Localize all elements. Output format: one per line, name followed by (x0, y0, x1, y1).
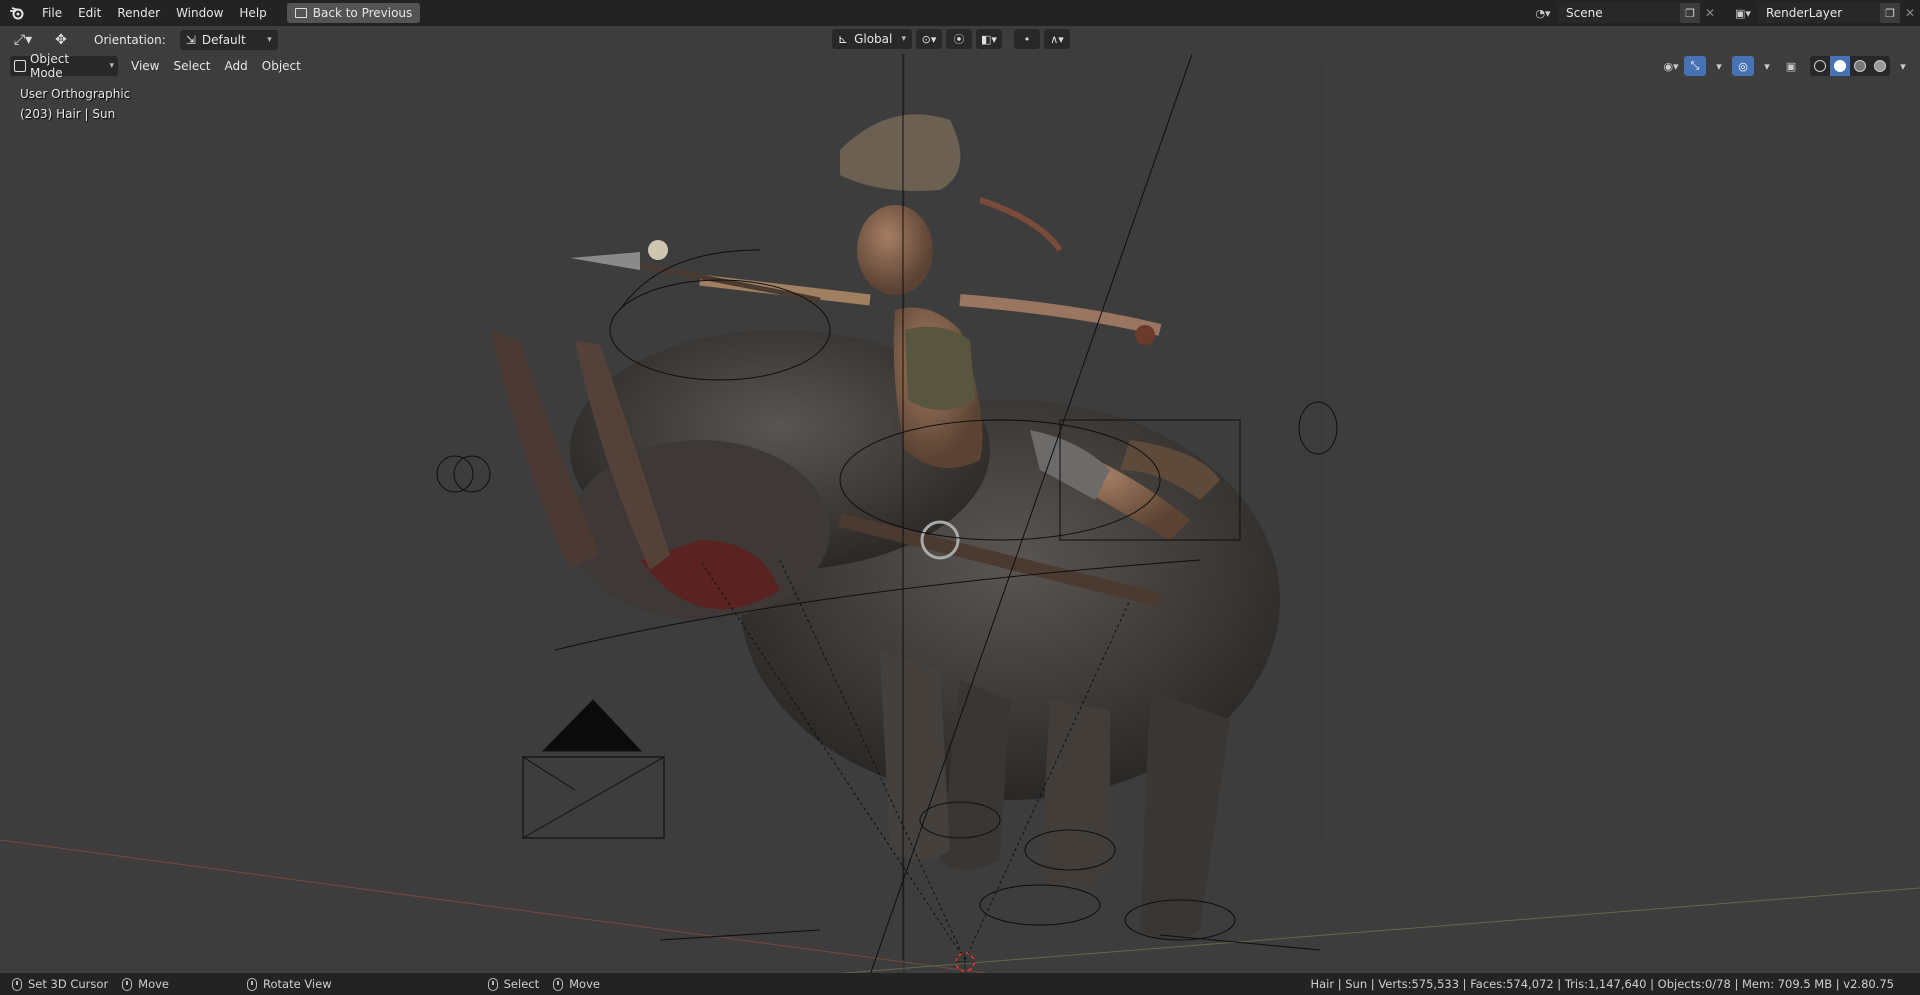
status-rotate-view: Rotate View (247, 977, 332, 991)
scene-icon[interactable]: ◔▾ (1528, 3, 1558, 23)
rhino-mount (490, 330, 1280, 940)
status-set-cursor: Set 3D Cursor (12, 977, 108, 991)
menu-file[interactable]: File (34, 0, 70, 26)
shading-dropdown-icon[interactable]: ▾ (1892, 56, 1914, 76)
mouse-left-icon (487, 977, 498, 991)
visibility-icon[interactable]: ◉▾ (1660, 56, 1682, 76)
delete-scene-icon[interactable]: ✕ (1700, 3, 1720, 23)
blender-logo-icon[interactable] (0, 0, 34, 26)
3d-viewport[interactable] (0, 53, 1920, 976)
scene-selector: ◔▾ Scene ❐ ✕ (1528, 0, 1720, 26)
object-mode-dropdown[interactable]: Object Mode ▾ (10, 52, 118, 80)
snap-target-icon[interactable]: ◧▾ (976, 29, 1002, 49)
orientation-icon: ⇲ (185, 33, 196, 47)
orientation-dropdown[interactable]: ⇲ Default ▾ (179, 30, 278, 50)
global-axis-icon: ⊾ (838, 32, 849, 46)
delete-render-layer-icon[interactable]: ✕ (1900, 3, 1920, 23)
screen-icon (294, 8, 307, 18)
menu-render[interactable]: Render (109, 0, 168, 26)
menu-object[interactable]: Object (255, 59, 308, 73)
viewport-header: Object Mode ▾ View Select Add Object ◉▾ … (0, 52, 1920, 80)
rendered-shading-icon[interactable] (1870, 56, 1890, 76)
xray-icon[interactable]: ▣ (1780, 56, 1802, 76)
gizmo-dropdown-icon[interactable]: ▾ (1708, 56, 1730, 76)
set-cursor-label: Set 3D Cursor (28, 977, 109, 991)
material-shading-icon[interactable] (1850, 56, 1870, 76)
render-layer-icon[interactable]: ▣▾ (1728, 3, 1758, 23)
transform-tools: ⊾ Global ▾ ⊙▾ ⦿ ◧▾ • ∧▾ (832, 29, 1070, 49)
camera-object (522, 699, 665, 839)
tool-settings-header: ⤢▾ ✥ Orientation: ⇲ Default ▾ ⊾ Global ▾… (0, 26, 1920, 54)
select-label: Select (503, 977, 540, 991)
menu-select[interactable]: Select (166, 59, 217, 73)
mouse-middle-icon (247, 977, 258, 991)
chevron-down-icon: ▾ (267, 35, 272, 45)
transform-space-value: Global (854, 32, 893, 46)
menu-add[interactable]: Add (218, 59, 255, 73)
editor-type-icon[interactable]: ⤢▾ (8, 29, 38, 51)
menu-window[interactable]: Window (168, 0, 231, 26)
overlays-icon[interactable]: ◎ (1732, 56, 1754, 76)
new-render-layer-icon[interactable]: ❐ (1880, 3, 1900, 23)
new-scene-icon[interactable]: ❐ (1680, 3, 1700, 23)
back-to-previous-label: Back to Previous (312, 6, 413, 20)
move-tool-icon[interactable]: ✥ (46, 29, 76, 51)
top-bar: File Edit Render Window Help Back to Pre… (0, 0, 1920, 26)
proportional-edit-icon[interactable]: • (1014, 29, 1040, 49)
viewport-shading-controls: ◉▾ ⤡ ▾ ◎ ▾ ▣ ▾ (1660, 56, 1914, 76)
solid-shading-icon[interactable] (1830, 56, 1850, 76)
status-move-2: Move (553, 977, 600, 991)
object-mode-icon (14, 60, 26, 72)
active-object-label: (203) Hair | Sun (20, 107, 116, 121)
snap-icon[interactable]: ⦿ (946, 29, 972, 49)
falloff-icon[interactable]: ∧▾ (1044, 29, 1070, 49)
orientation-value: Default (201, 33, 246, 47)
status-select: Select (487, 977, 540, 991)
object-mode-label: Object Mode (29, 52, 70, 80)
chevron-down-icon: ▾ (901, 34, 906, 44)
chevron-down-icon: ▾ (109, 61, 114, 71)
menu-view[interactable]: View (124, 59, 166, 73)
menu-help[interactable]: Help (231, 0, 274, 26)
menu-edit[interactable]: Edit (70, 0, 109, 26)
move-label: Move (138, 977, 170, 991)
mouse-drag-icon (553, 977, 564, 991)
status-bar: Set 3D Cursor Move Rotate View Select Mo… (0, 973, 1920, 995)
status-move: Move (122, 977, 169, 991)
mouse-drag-icon (122, 977, 133, 991)
view-name-label: User Orthographic (20, 87, 131, 101)
pivot-point-icon[interactable]: ⊙▾ (916, 29, 942, 49)
move-label-2: Move (569, 977, 600, 991)
wireframe-shading-icon[interactable] (1810, 56, 1830, 76)
scene-name-field[interactable]: Scene (1558, 3, 1680, 23)
render-layer-selector: ▣▾ RenderLayer ❐ ✕ (1728, 0, 1920, 26)
rotate-view-label: Rotate View (263, 977, 332, 991)
transform-space-dropdown[interactable]: ⊾ Global ▾ (832, 29, 912, 49)
overlays-dropdown-icon[interactable]: ▾ (1756, 56, 1778, 76)
render-layer-name-field[interactable]: RenderLayer (1758, 3, 1880, 23)
gizmo-icon[interactable]: ⤡ (1684, 56, 1706, 76)
back-to-previous-button[interactable]: Back to Previous (286, 3, 421, 23)
mouse-left-icon (12, 977, 22, 991)
orientation-label: Orientation: (94, 33, 166, 47)
scene-statistics: Hair | Sun | Verts:575,533 | Faces:574,0… (1310, 977, 1894, 991)
shading-mode-group (1810, 56, 1890, 76)
